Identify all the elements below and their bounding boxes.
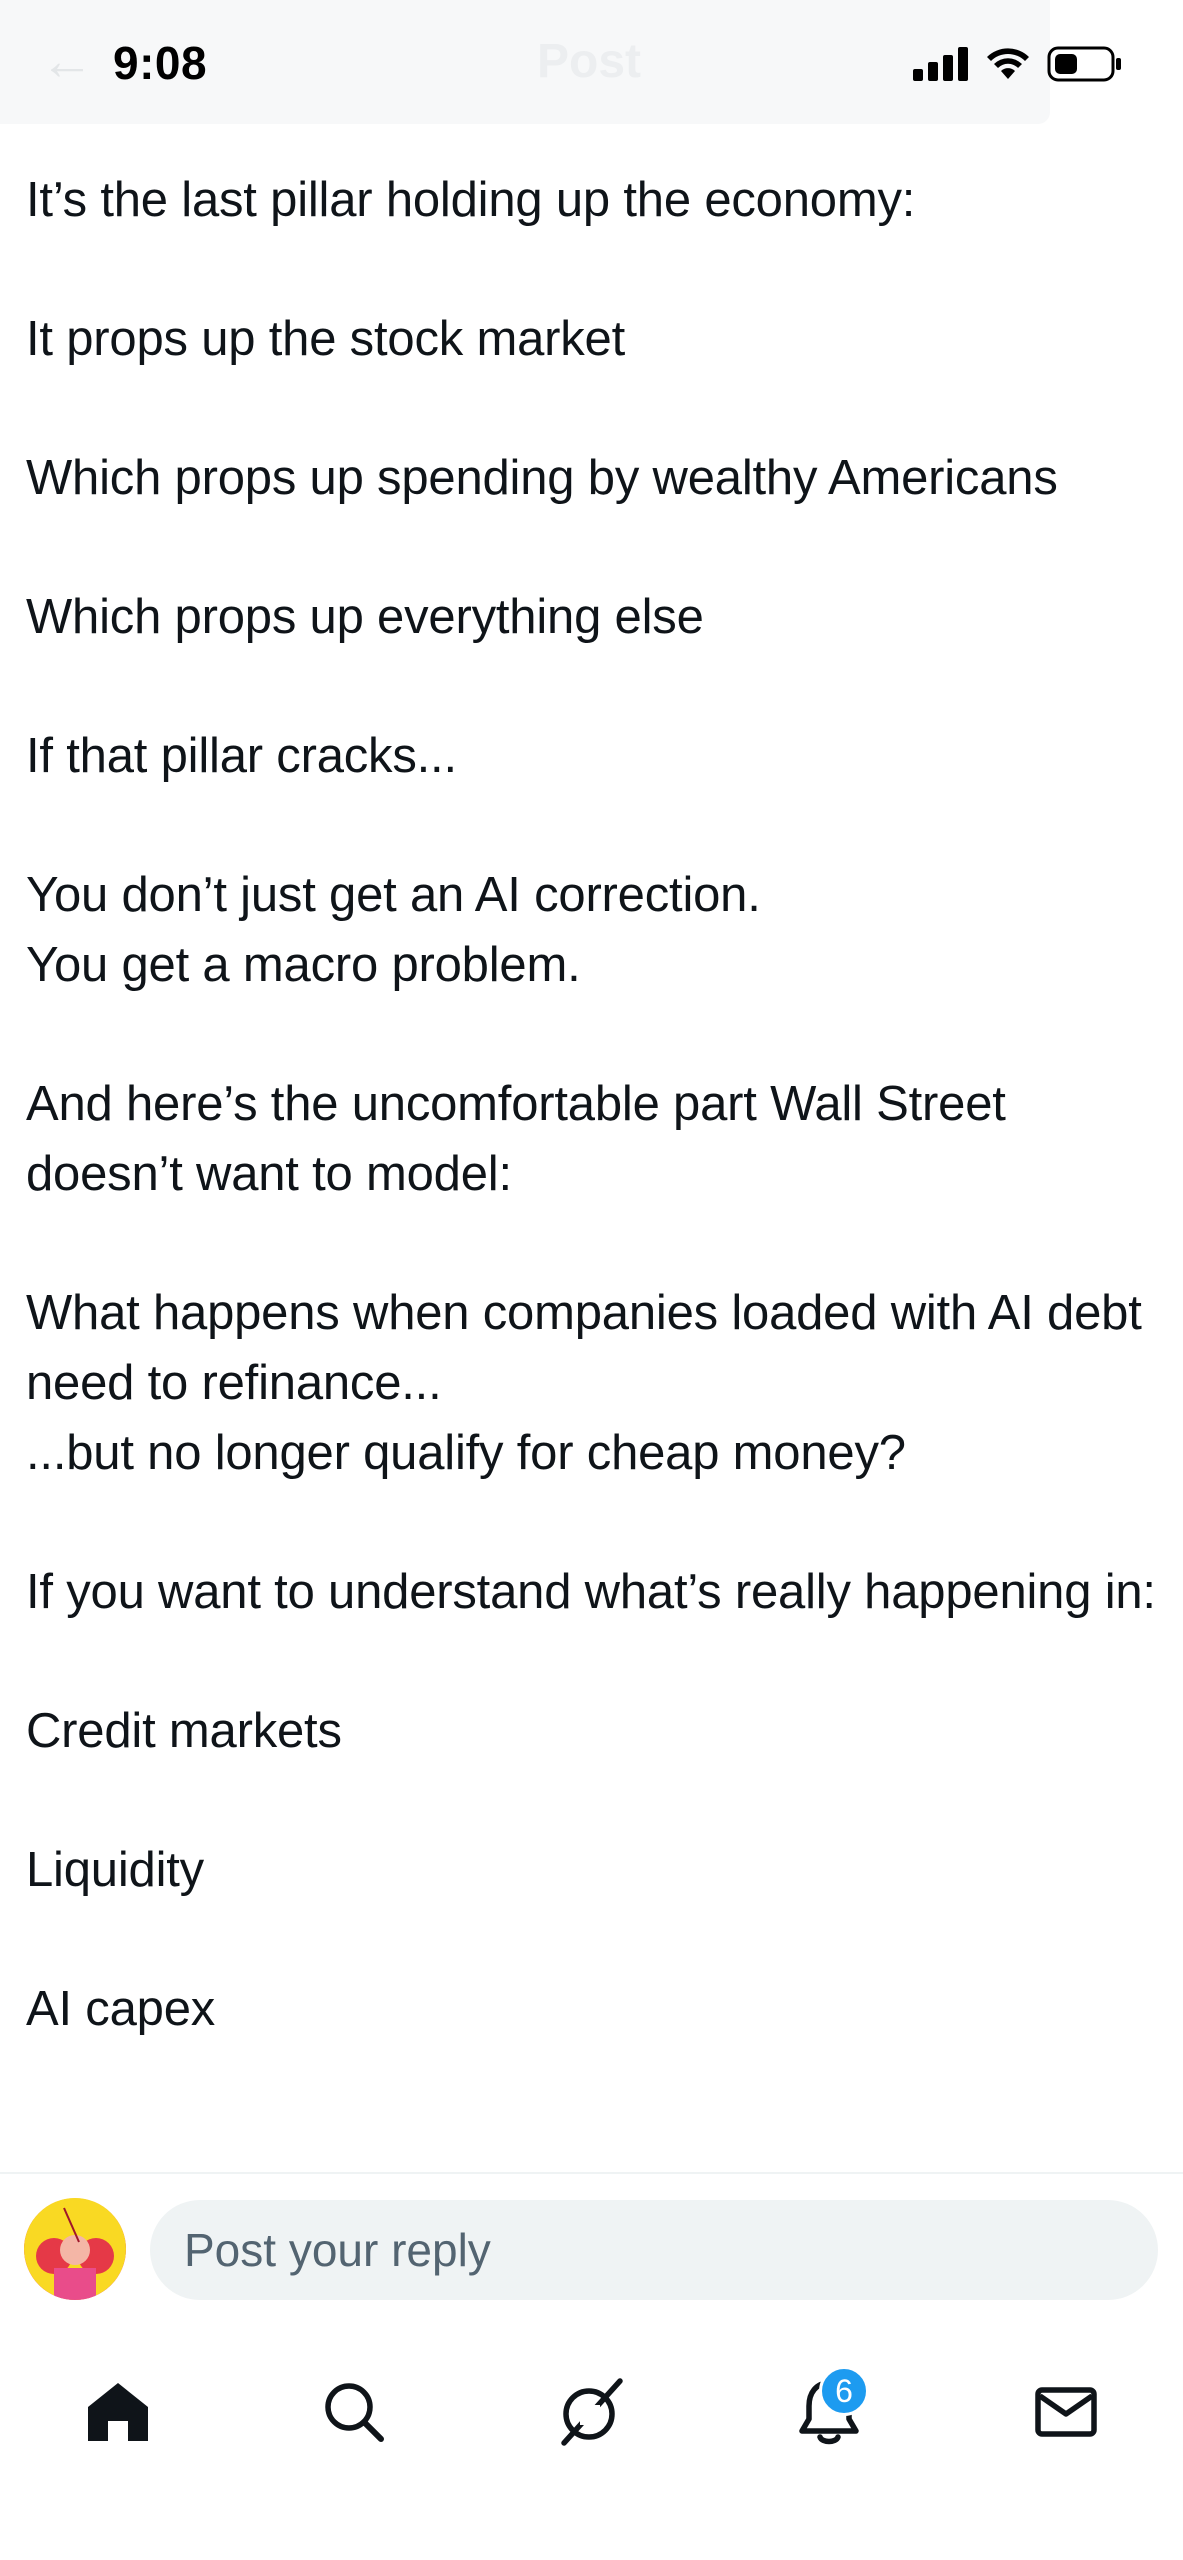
mail-icon: [1035, 2387, 1097, 2437]
post-paragraph: Credit markets: [26, 1704, 342, 1758]
reply-bar: Post your reply: [0, 2172, 1183, 2322]
status-bar: ← Post 9:08: [0, 0, 1183, 126]
post-paragraph: If you want to understand what’s really …: [26, 1565, 1156, 1619]
nav-home[interactable]: [68, 2362, 168, 2462]
avatar-image: [24, 2198, 126, 2300]
status-icons: [913, 44, 1123, 84]
home-indicator: [442, 2532, 742, 2542]
status-time: 9:08: [113, 37, 208, 89]
post-paragraph: It props up the stock market: [26, 312, 626, 366]
nav-grok[interactable]: [541, 2362, 641, 2462]
nav-search[interactable]: [304, 2362, 404, 2462]
post-paragraph: Which props up spending by wealthy Ameri…: [26, 451, 1058, 505]
notification-badge: 6: [819, 2366, 869, 2416]
post-paragraph: AI capex: [26, 1982, 216, 2036]
nav-messages[interactable]: [1016, 2362, 1116, 2462]
post-paragraph: And here’s the uncomfortable part Wall S…: [26, 1077, 1006, 1201]
nav-notifications[interactable]: 6: [779, 2362, 879, 2462]
search-icon: [325, 2383, 384, 2442]
battery-icon: [1047, 46, 1121, 82]
post-paragraph: Liquidity: [26, 1843, 204, 1897]
post-paragraph: What happens when companies loaded with …: [26, 1286, 1142, 1480]
header-title: Post: [537, 35, 642, 88]
post-text: It’s the last pillar holding up the econ…: [26, 165, 1156, 2113]
bottom-nav: 6: [0, 2322, 1183, 2560]
cellular-signal-icon: [913, 47, 968, 81]
post-paragraph: It’s the last pillar holding up the econ…: [26, 173, 916, 227]
post-paragraph: Which props up everything else: [26, 590, 704, 644]
grok-icon: [561, 2378, 623, 2446]
post-paragraph: You don’t just get an AI correction. You…: [26, 868, 761, 992]
avatar[interactable]: [24, 2198, 126, 2300]
reply-input[interactable]: Post your reply: [150, 2200, 1158, 2300]
back-arrow-icon[interactable]: ←: [40, 34, 94, 88]
wifi-icon: [987, 48, 1029, 79]
home-icon: [88, 2383, 148, 2441]
post-paragraph: If that pillar cracks...: [26, 729, 457, 783]
